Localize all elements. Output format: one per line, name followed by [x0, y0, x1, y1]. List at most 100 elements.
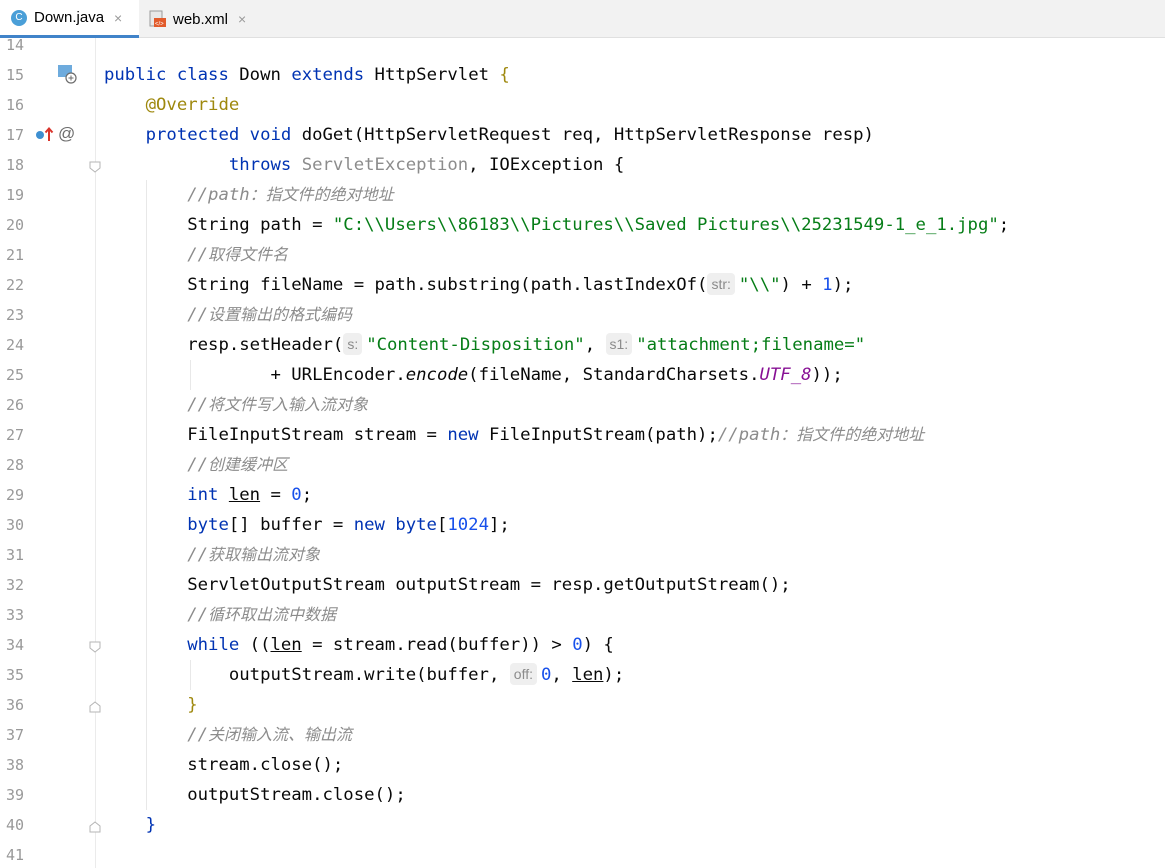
code-text: String path =	[187, 215, 333, 235]
code-text: ];	[489, 515, 510, 535]
fold-open-icon[interactable]	[89, 638, 101, 653]
brace: }	[145, 815, 157, 835]
code-line-30[interactable]: byte[] buffer = new byte[1024];	[104, 510, 510, 540]
code-line-39[interactable]: outputStream.close();	[104, 780, 406, 810]
keyword: void	[249, 125, 292, 145]
code-line-27[interactable]: FileInputStream stream = new FileInputSt…	[104, 420, 924, 450]
code-line-17[interactable]: protected void doGet(HttpServletRequest …	[104, 120, 874, 150]
comment: //	[187, 725, 209, 745]
method-signature: doGet(HttpServletRequest req, HttpServle…	[291, 125, 874, 145]
code-line-16[interactable]: @Override	[104, 90, 240, 120]
code-line-31[interactable]: //获取输出流对象	[104, 540, 320, 570]
code-text: ((	[239, 635, 271, 655]
code-line-28[interactable]: //创建缓冲区	[104, 450, 288, 480]
fold-close-icon[interactable]	[89, 698, 101, 713]
code-line-15[interactable]: public class Down extends HttpServlet {	[104, 60, 510, 90]
code-line-24[interactable]: resp.setHeader(s: "Content-Disposition", …	[104, 330, 865, 360]
fold-open-icon[interactable]	[89, 158, 101, 173]
code-text: =	[260, 485, 292, 505]
code-line-35[interactable]: outputStream.write(buffer, off: 0, len);	[104, 660, 624, 690]
comment: ：指文件的绝对地址	[249, 185, 394, 204]
code-line-19[interactable]: //path：指文件的绝对地址	[104, 180, 394, 210]
code-line-21[interactable]: //取得文件名	[104, 240, 288, 270]
code-text: outputStream.write(buffer,	[228, 665, 510, 685]
code-line-40[interactable]: }	[104, 810, 156, 840]
parameter-hint: off:	[509, 663, 537, 685]
code-line-38[interactable]: stream.close();	[104, 750, 343, 780]
number-literal: 0	[291, 485, 302, 505]
code-text: (fileName, StandardCharsets.	[468, 365, 760, 385]
variable: len	[228, 485, 261, 505]
code-line-18[interactable]: throws ServletException, IOException {	[104, 150, 624, 180]
code-line-34[interactable]: while ((len = stream.read(buffer)) > 0) …	[104, 630, 614, 660]
parameter-hint: s:	[343, 333, 363, 355]
line-number: 14	[6, 36, 25, 54]
servlet-run-icon[interactable]	[57, 64, 77, 84]
variable: len	[572, 665, 604, 685]
comment: ：指文件的绝对地址	[780, 425, 925, 444]
tab-web-xml[interactable]: </> web.xml ×	[143, 0, 263, 38]
code-text: = stream.read(buffer)) >	[301, 635, 573, 655]
line-number: 28	[6, 456, 25, 474]
fold-close-icon[interactable]	[89, 818, 101, 833]
line-number: 25	[6, 366, 25, 384]
line-number: 35	[6, 666, 25, 684]
code-text: ));	[811, 365, 843, 385]
code-line-25[interactable]: + URLEncoder.encode(fileName, StandardCh…	[104, 360, 843, 390]
tab-label: Down.java	[34, 9, 105, 26]
parameter-hint: s1:	[605, 333, 633, 355]
code-text: ;	[301, 485, 313, 505]
class-name: Down	[228, 65, 292, 85]
line-number: 16	[6, 96, 25, 114]
brace: {	[499, 65, 510, 85]
code-line-29[interactable]: int len = 0;	[104, 480, 312, 510]
line-number: 24	[6, 336, 25, 354]
string-literal: "\\"	[738, 275, 781, 295]
keyword: class	[176, 65, 229, 85]
code-text: resp.setHeader(	[187, 335, 344, 355]
line-number: 31	[6, 546, 25, 564]
code-line-33[interactable]: //循环取出流中数据	[104, 600, 336, 630]
close-icon[interactable]: ×	[114, 10, 122, 26]
line-number: 19	[6, 186, 25, 204]
comment: //path	[187, 185, 250, 205]
code-text: [	[436, 515, 448, 535]
comment: //path	[717, 425, 781, 445]
line-number: 34	[6, 636, 25, 654]
at-annotation-icon[interactable]: @	[58, 124, 75, 144]
keyword: public	[104, 65, 167, 85]
close-icon[interactable]: ×	[238, 11, 246, 27]
code-text: outputStream.close();	[187, 785, 406, 805]
code-line-26[interactable]: //将文件写入输入流对象	[104, 390, 368, 420]
exception-type: ServletException	[301, 155, 469, 175]
code-text: ,	[584, 335, 606, 355]
line-number: 41	[6, 846, 25, 864]
comment: 取得文件名	[208, 245, 289, 264]
line-number: 27	[6, 426, 25, 444]
code-line-37[interactable]: //关闭输入流、输出流	[104, 720, 352, 750]
code-line-23[interactable]: //设置输出的格式编码	[104, 300, 352, 330]
line-number: 26	[6, 396, 25, 414]
line-number: 38	[6, 756, 25, 774]
code-line-32[interactable]: ServletOutputStream outputStream = resp.…	[104, 570, 790, 600]
code-text: );	[832, 275, 854, 295]
comment: //	[187, 305, 209, 325]
override-method-icon[interactable]	[34, 124, 56, 144]
keyword: new	[353, 515, 385, 535]
code-line-22[interactable]: String fileName = path.substring(path.la…	[104, 270, 853, 300]
code-text: stream.close();	[187, 755, 344, 775]
xml-file-icon: </>	[149, 10, 167, 28]
code-text: String fileName = path.substring(path.la…	[187, 275, 708, 295]
string-literal: "C:\\Users\\86183\\Pictures\\Saved Pictu…	[332, 215, 999, 235]
code-text: ;	[998, 215, 1010, 235]
code-line-36[interactable]: }	[104, 690, 197, 720]
line-number: 17	[6, 126, 25, 144]
line-number: 33	[6, 606, 25, 624]
comment: 关闭输入流、输出流	[208, 725, 353, 744]
keyword: byte	[395, 515, 437, 535]
line-number: 21	[6, 246, 25, 264]
line-number: 32	[6, 576, 25, 594]
code-line-20[interactable]: String path = "C:\\Users\\86183\\Picture…	[104, 210, 1009, 240]
string-literal: "Content-Disposition"	[366, 335, 585, 355]
keyword: while	[187, 635, 240, 655]
